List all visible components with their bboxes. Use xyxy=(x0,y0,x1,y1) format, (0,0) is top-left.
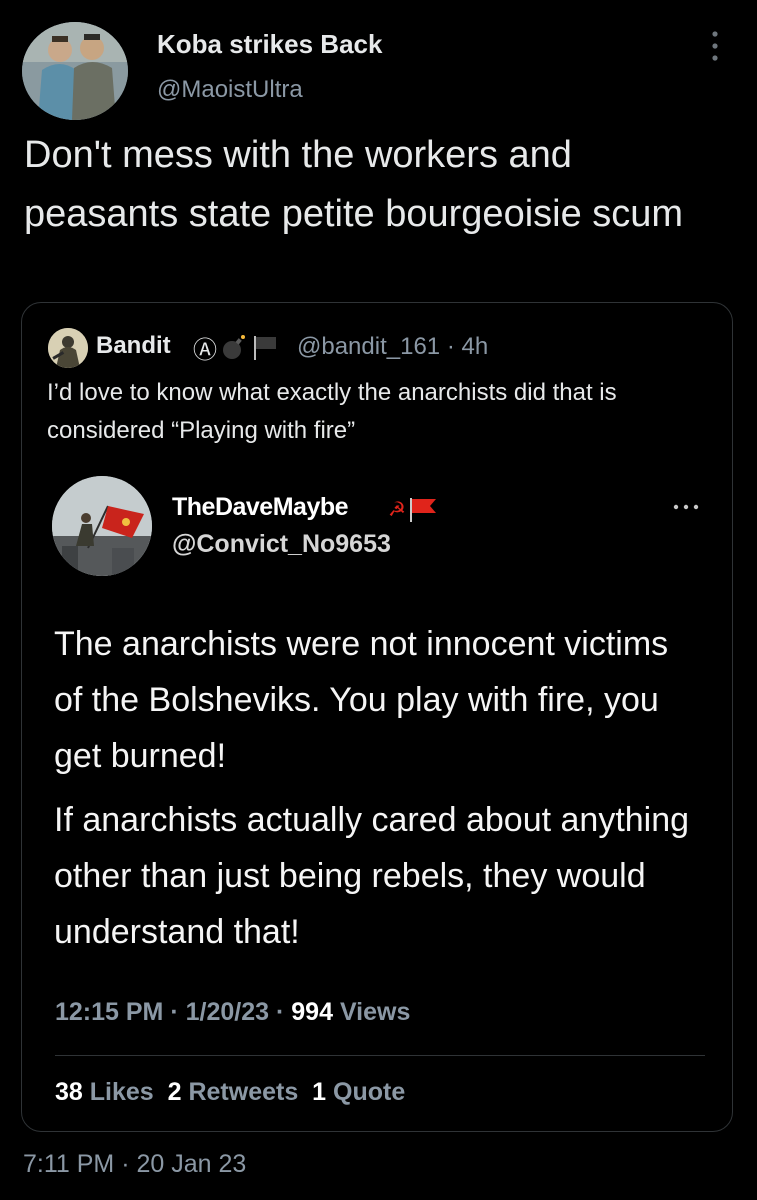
tweet-text: Don't mess with the workers and peasants… xyxy=(24,134,684,235)
more-vertical-icon[interactable] xyxy=(705,26,725,66)
likes-count: 38 xyxy=(55,1078,83,1106)
views-label: Views xyxy=(339,998,411,1026)
quoted-author-name: Bandit xyxy=(96,332,171,359)
quoted-author-meta: @bandit_161 · 4h xyxy=(297,333,488,361)
red-flag-icon xyxy=(409,498,436,522)
author-handle[interactable]: @MaoistUltra xyxy=(157,76,303,104)
quoted-author-handle: @bandit_161 xyxy=(297,333,441,360)
meta-separator: · xyxy=(446,333,455,360)
retweets-count: 2 xyxy=(167,1078,182,1106)
embedded-author-name: TheDaveMaybe xyxy=(172,493,349,521)
quoted-author-avatar xyxy=(48,328,88,368)
quotes-count: 1 xyxy=(312,1078,327,1106)
quoted-tweet-age: 4h xyxy=(461,333,489,360)
author-avatar[interactable] xyxy=(22,22,128,120)
retweets-label: Retweets xyxy=(188,1078,299,1106)
embedded-tweet-time: 12:15 PM xyxy=(55,998,164,1026)
embedded-author-emoji-badges: ☭ xyxy=(388,496,438,522)
anarchy-symbol: Ⓐ xyxy=(193,336,217,364)
black-flag-icon xyxy=(254,336,276,360)
quoted-author-emoji-badges: Ⓐ xyxy=(193,332,279,364)
views-count: 994 xyxy=(291,998,333,1026)
meta-separator: · xyxy=(170,998,179,1026)
author-display-name[interactable]: Koba strikes Back xyxy=(157,29,382,60)
likes-label: Likes xyxy=(89,1078,154,1106)
quotes-label: Quote xyxy=(333,1078,406,1106)
hammer-sickle-symbol: ☭ xyxy=(388,497,406,521)
embedded-author-handle: @Convict_No9653 xyxy=(172,530,391,558)
tweet-timestamp[interactable]: 7:11 PM · 20 Jan 23 xyxy=(23,1150,246,1179)
divider xyxy=(55,1055,705,1056)
embedded-tweet-date: 1/20/23 xyxy=(185,998,270,1026)
embedded-tweet-paragraph: The anarchists were not innocent victims… xyxy=(54,625,669,775)
more-horizontal-icon xyxy=(668,500,704,514)
bomb-icon xyxy=(223,335,245,359)
embedded-tweet-meta: 12:15 PM · 1/20/23 · 994 Views xyxy=(55,998,410,1027)
meta-separator: · xyxy=(276,998,285,1026)
quoted-tweet-text: I’d love to know what exactly the anarch… xyxy=(47,379,617,444)
embedded-author-avatar xyxy=(52,476,152,576)
embedded-tweet-paragraph: If anarchists actually cared about anyth… xyxy=(54,801,690,951)
embedded-tweet-stats: 38 Likes 2 Retweets 1 Quote xyxy=(55,1078,405,1107)
